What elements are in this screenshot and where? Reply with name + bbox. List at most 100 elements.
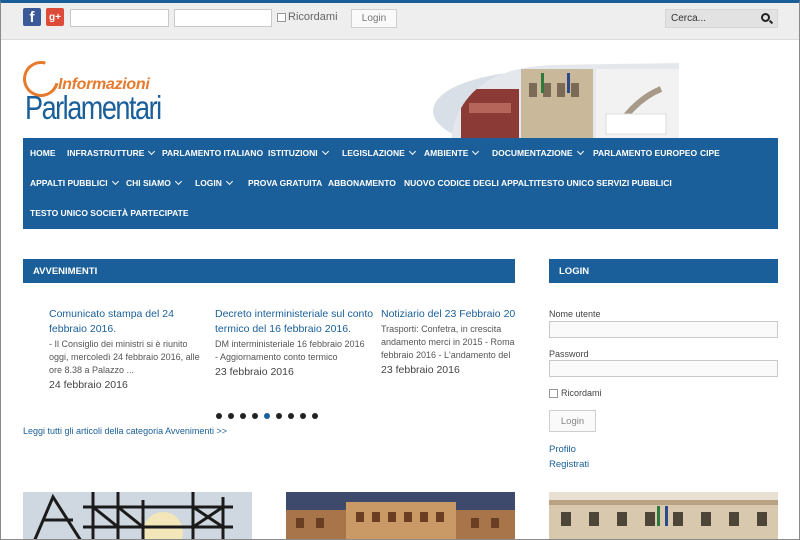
main-navigation: HOME INFRASTRUTTURE PARLAMENTO ITALIANO … [23,138,778,229]
nav-item-legislazione[interactable]: LEGISLAZIONE [342,147,416,158]
login-button-top[interactable]: Login [351,9,397,28]
banner-chamber-photo [461,89,519,139]
remember-me-top[interactable]: Ricordami [277,11,338,23]
carousel-dot[interactable] [312,413,318,419]
nav-label: AMBIENTE [424,148,469,158]
nav-item-parlamento-europeo[interactable]: PARLAMENTO EUROPEO [593,148,697,158]
chevron-down-icon [174,177,182,186]
nav-item-cipe[interactable]: CIPE [700,148,720,158]
profile-link[interactable]: Profilo [549,444,576,455]
read-all-avvenimenti-link[interactable]: Leggi tutti gli articoli della categoria… [23,426,227,436]
banner-palazzo-photo [521,69,593,139]
username-input-top[interactable] [70,9,169,27]
carousel-dot[interactable] [276,413,282,419]
search-input[interactable]: Cerca... [665,9,778,28]
remember-checkbox[interactable] [549,388,558,398]
password-label: Password [549,349,589,359]
nav-item-login[interactable]: LOGIN [195,177,233,188]
news-title-line: febbraio 2016. [49,323,117,335]
news-item[interactable]: Comunicato stampa del 24 febbraio 2016. … [49,307,209,391]
nav-label: CIPE [700,148,720,158]
carousel-dot[interactable] [300,413,306,419]
nav-item-testo-unico-societa[interactable]: TESTO UNICO SOCIETÀ PARTECIPATE [30,208,189,218]
site-logo[interactable]: Informazioni Parlamentari [16,54,163,133]
chevron-down-icon [321,147,329,156]
password-input[interactable] [549,360,778,377]
news-text-line: DM interministeriale 16 febbraio 2016 [215,339,365,349]
news-text-line: ore 8.38 a Palazzo ... [49,365,135,375]
news-date: 24 febbraio 2016 [49,379,128,391]
nav-label: LEGISLAZIONE [342,148,405,158]
news-item-partial[interactable]: lo ... [23,307,44,351]
news-item[interactable]: Decreto interministeriale sul conto term… [215,307,377,378]
remember-checkbox-top[interactable] [277,12,286,22]
news-title: lo [23,322,44,337]
nav-label: DOCUMENTAZIONE [492,148,573,158]
username-input[interactable] [549,321,778,338]
nav-label: TESTO UNICO SERVIZI PUBBLICI [536,178,672,188]
facebook-icon[interactable]: f [23,8,41,26]
news-title[interactable]: Notiziario del 23 Febbraio 20 [381,307,515,322]
password-input-top[interactable] [174,9,272,27]
news-text: DM interministeriale 16 febbraio 2016 - … [215,338,377,364]
nav-label: NUOVO CODICE DEGLI APPALTI [404,178,537,188]
chevron-down-icon [472,147,480,156]
nav-item-infrastrutture[interactable]: INFRASTRUTTURE [67,147,156,158]
chevron-down-icon [225,177,233,186]
search-icon[interactable] [761,13,770,22]
nav-label: CHI SIAMO [126,178,171,188]
chevron-down-icon [576,147,584,156]
news-title-line: termico del 16 febbraio 2016. [215,323,352,335]
carousel-dot[interactable] [288,413,294,419]
article-thumbnail-ministry-building[interactable] [549,492,778,540]
login-heading: LOGIN [549,259,778,283]
news-title-line: lo [23,322,44,337]
nav-item-chi-siamo[interactable]: CHI SIAMO [126,177,182,188]
news-title[interactable]: Comunicato stampa del 24 febbraio 2016. [49,307,209,337]
news-text: Trasporti: Confetra, in crescita andamen… [381,323,515,362]
nav-item-nuovo-codice-appalti[interactable]: NUOVO CODICE DEGLI APPALTI [404,178,536,188]
news-text-line: Trasporti: Confetra, in crescita [381,324,502,334]
carousel-dot[interactable] [240,413,246,419]
login-button[interactable]: Login [549,410,596,432]
news-title-line: Comunicato stampa del 24 [49,308,174,320]
logo-line2: Parlamentari [25,89,162,126]
nav-item-parlamento-italiano[interactable]: PARLAMENTO ITALIANO [162,148,263,158]
carousel-dot-active[interactable] [264,413,270,419]
register-link[interactable]: Registrati [549,459,589,470]
news-title-line: Decreto interministeriale sul conto [215,308,374,320]
chevron-down-icon [148,147,156,156]
google-plus-icon[interactable]: g+ [46,8,64,26]
news-carousel: lo ... Comunicato stampa del 24 febbraio… [23,303,515,399]
page-frame: f g+ Ricordami Login Cerca... Informazio… [0,0,800,540]
nav-item-documentazione[interactable]: DOCUMENTAZIONE [492,147,584,158]
news-date: 23 febbraio 2016 [381,364,460,376]
carousel-dot[interactable] [228,413,234,419]
username-label: Nome utente [549,309,601,319]
article-thumbnail-construction[interactable] [23,492,252,540]
top-bar: f g+ Ricordami Login Cerca... [1,3,799,40]
article-thumbnail-palazzo-evening[interactable] [286,492,515,540]
search-placeholder: Cerca... [671,13,707,24]
nav-item-appalti-pubblici[interactable]: APPALTI PUBBLICI [30,177,119,188]
nav-label: TESTO UNICO SOCIETÀ PARTECIPATE [30,208,189,218]
nav-item-prova-gratuita[interactable]: PROVA GRATUITA [248,178,322,188]
nav-item-abbonamento[interactable]: ABBONAMENTO [328,178,396,188]
carousel-dot[interactable] [252,413,258,419]
nav-item-istituzioni[interactable]: ISTITUZIONI [268,147,329,158]
nav-item-ambiente[interactable]: AMBIENTE [424,147,480,158]
carousel-pagination [216,413,318,419]
nav-item-testo-unico-servizi[interactable]: TESTO UNICO SERVIZI PUBBLICI [536,178,672,188]
nav-item-home[interactable]: HOME [30,148,56,158]
chevron-down-icon [408,147,416,156]
nav-label: APPALTI PUBBLICI [30,178,108,188]
nav-label: INFRASTRUTTURE [67,148,145,158]
news-text: - Il Consiglio dei ministri si è riunito… [49,338,209,377]
carousel-dot[interactable] [216,413,222,419]
news-item[interactable]: Notiziario del 23 Febbraio 20 Trasporti:… [381,307,515,376]
remember-label: Ricordami [561,388,602,398]
news-text-line: oggi, mercoledì 24 febbraio 2016, alle [49,352,200,362]
news-title[interactable]: Decreto interministeriale sul conto term… [215,307,377,337]
remember-me[interactable]: Ricordami [549,388,602,398]
nav-label: ABBONAMENTO [328,178,396,188]
